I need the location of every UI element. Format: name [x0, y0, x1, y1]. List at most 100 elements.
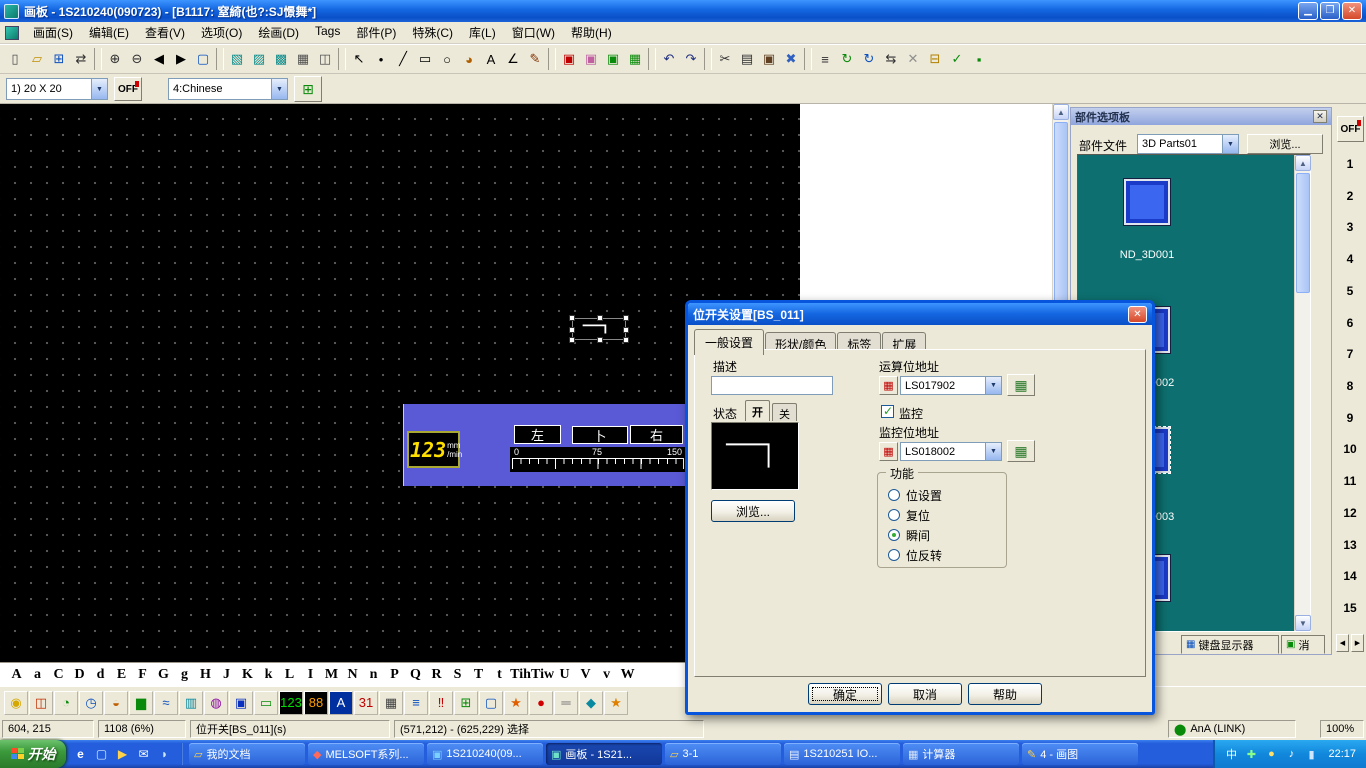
state-letter-24[interactable]: t: [489, 667, 510, 683]
state-number-7[interactable]: 7: [1334, 338, 1366, 370]
delete-icon[interactable]: ✖: [780, 48, 802, 71]
hmi-button-right[interactable]: 右: [630, 425, 683, 444]
task-melsoft[interactable]: ◆MELSOFT系列...: [308, 743, 424, 765]
close-button[interactable]: ✕: [1342, 2, 1362, 20]
state-letter-14[interactable]: L: [279, 667, 300, 683]
state-letter-9[interactable]: g: [174, 667, 195, 683]
part-graph-icon[interactable]: ▣: [602, 48, 624, 71]
parts-panel-titlebar[interactable]: 部件选项板 ✕: [1071, 108, 1331, 125]
screen-save-icon[interactable]: ▩: [270, 48, 292, 71]
circle-tool-icon[interactable]: ○: [436, 48, 458, 71]
zoom-in-icon[interactable]: ⊕: [104, 48, 126, 71]
selection-handle[interactable]: [569, 327, 575, 333]
chevron-down-icon[interactable]: ▼: [271, 79, 287, 99]
radio-reset[interactable]: [888, 509, 900, 521]
numeric-display[interactable]: 123 mm /min: [407, 431, 460, 468]
cross-icon[interactable]: ✕: [902, 48, 924, 71]
selection-handle[interactable]: [569, 315, 575, 321]
copy-icon[interactable]: ▤: [736, 48, 758, 71]
state-letter-23[interactable]: T: [468, 667, 489, 683]
state-number-14[interactable]: 14: [1334, 561, 1366, 593]
state-number-10[interactable]: 10: [1334, 434, 1366, 466]
state-number-3[interactable]: 3: [1334, 211, 1366, 243]
state-letter-27[interactable]: U: [554, 667, 575, 683]
rect-tool-icon[interactable]: ▭: [414, 48, 436, 71]
state-letter-22[interactable]: S: [447, 667, 468, 683]
scroll-up-icon[interactable]: ▲: [1053, 104, 1069, 120]
state-letter-11[interactable]: J: [216, 667, 237, 683]
task-my-documents[interactable]: ▱我的文档: [189, 743, 305, 765]
alarm-list-icon[interactable]: ‼: [429, 691, 453, 715]
data-list-icon[interactable]: ≡: [404, 691, 428, 715]
state-number-11[interactable]: 11: [1334, 465, 1366, 497]
parts-browse-button[interactable]: 浏览...: [1247, 134, 1323, 154]
task-huaban[interactable]: ▣画板 - 1S21...: [546, 743, 662, 765]
date-display-icon[interactable]: 31: [354, 691, 378, 715]
chevron-down-icon[interactable]: ▼: [1222, 135, 1238, 153]
radio-bit-set-label[interactable]: 位设置: [906, 487, 942, 504]
state-letter-17[interactable]: N: [342, 667, 363, 683]
line-tool-icon[interactable]: ╱: [392, 48, 414, 71]
preview-icon[interactable]: ◫: [314, 48, 336, 71]
tab-keyboard-display[interactable]: ▦ 键盘显示器: [1181, 635, 1279, 654]
state-number-6[interactable]: 6: [1334, 307, 1366, 339]
hmi-button-left[interactable]: 左: [514, 425, 561, 444]
parts-panel-close-icon[interactable]: ✕: [1313, 110, 1327, 123]
volume-tray-icon[interactable]: ♪: [1283, 746, 1299, 762]
panel-meter-icon[interactable]: ◍: [204, 691, 228, 715]
screen-size-combo[interactable]: 1) 20 X 20 ▼: [6, 78, 108, 100]
measure-tool-icon[interactable]: ∠: [502, 48, 524, 71]
clock-icon[interactable]: ◷: [79, 691, 103, 715]
state-letter-13[interactable]: k: [258, 667, 279, 683]
keypad-icon[interactable]: ▦: [379, 691, 403, 715]
trend-graph-icon[interactable]: ≈: [154, 691, 178, 715]
menu-view[interactable]: 查看(V): [137, 21, 193, 44]
parts-vscrollbar[interactable]: ▲ ▼: [1294, 155, 1310, 631]
state-letter-21[interactable]: R: [426, 667, 447, 683]
next-screen-icon[interactable]: ▶: [170, 48, 192, 71]
part-display-icon[interactable]: ▦: [624, 48, 646, 71]
browser2-icon[interactable]: ◗: [156, 745, 173, 763]
task-1s210240[interactable]: ▣1S210240(09...: [427, 743, 543, 765]
state-letter-28[interactable]: V: [575, 667, 596, 683]
ascii-display-icon[interactable]: A: [329, 691, 353, 715]
state-letter-15[interactable]: I: [300, 667, 321, 683]
antivirus-tray-icon[interactable]: ✚: [1243, 746, 1259, 762]
radio-bit-set[interactable]: [888, 489, 900, 501]
selection-handle[interactable]: [623, 327, 629, 333]
keypad-icon[interactable]: ▦: [1007, 440, 1035, 462]
help-button[interactable]: 帮助: [968, 683, 1042, 705]
state-number-1[interactable]: 1: [1334, 148, 1366, 180]
task-1s210251[interactable]: ▤1S210251 IO...: [784, 743, 900, 765]
bar-graph-icon[interactable]: ▆: [129, 691, 153, 715]
hmi-scale[interactable]: 0 75 150: [510, 447, 686, 472]
media-player-icon[interactable]: ▶: [114, 745, 131, 763]
menu-option[interactable]: 选项(O): [193, 21, 250, 44]
shape-browse-button[interactable]: 浏览...: [711, 500, 795, 522]
description-input[interactable]: [711, 376, 833, 395]
minimize-button[interactable]: ▁: [1298, 2, 1318, 20]
tab-scroll-left-icon[interactable]: ◀: [1336, 634, 1349, 652]
touch-key-icon[interactable]: ▭: [254, 691, 278, 715]
radio-momentary[interactable]: [888, 529, 900, 541]
check-icon[interactable]: ✓: [946, 48, 968, 71]
state-letter-29[interactable]: v: [596, 667, 617, 683]
redo-icon[interactable]: ↷: [680, 48, 702, 71]
mail-icon[interactable]: ✉: [135, 745, 152, 763]
right-state-off-button[interactable]: OFF: [1337, 116, 1364, 142]
grid-icon[interactable]: ▦: [292, 48, 314, 71]
radio-bit-invert-label[interactable]: 位反转: [906, 547, 942, 564]
state-letter-20[interactable]: Q: [405, 667, 426, 683]
dot-tool-icon[interactable]: •: [370, 48, 392, 71]
pen-tool-icon[interactable]: ✎: [524, 48, 546, 71]
state-letter-8[interactable]: G: [153, 667, 174, 683]
desktop-icon[interactable]: ▢: [93, 745, 110, 763]
state-number-9[interactable]: 9: [1334, 402, 1366, 434]
state-number-12[interactable]: 12: [1334, 497, 1366, 529]
operation-address-combo[interactable]: LS017902 ▼: [900, 376, 1002, 395]
text-tool-icon[interactable]: A: [480, 48, 502, 71]
restore-button[interactable]: ❒: [1320, 2, 1340, 20]
state-number-2[interactable]: 2: [1334, 180, 1366, 212]
state-off-button[interactable]: OFF: [114, 77, 142, 101]
state-letter-16[interactable]: M: [321, 667, 342, 683]
